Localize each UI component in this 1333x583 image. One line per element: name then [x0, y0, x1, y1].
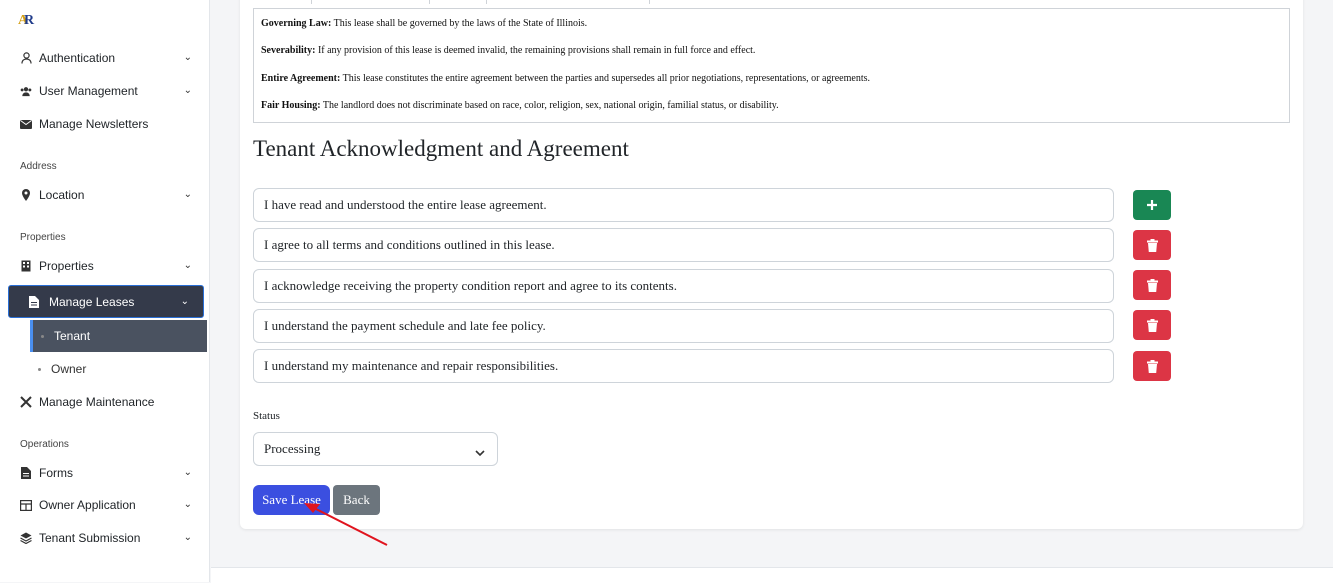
trash-icon	[1146, 318, 1158, 332]
sidebar-item-label: Owner Application	[39, 498, 136, 512]
envelope-icon	[20, 118, 32, 130]
sidebar-subitem-tenant[interactable]: Tenant	[30, 320, 207, 352]
ack-input[interactable]	[253, 309, 1114, 343]
chevron-down-icon: ⌄	[183, 85, 192, 96]
chevron-down-icon	[475, 445, 485, 461]
sidebar-item-label: Location	[39, 188, 85, 202]
status-select[interactable]: Processing	[253, 432, 498, 466]
sidebar-item-label: Manage Leases	[49, 294, 135, 309]
annotation-arrow-icon	[304, 503, 388, 546]
sidebar-item-forms[interactable]: Forms ⌄	[20, 462, 200, 484]
delete-ack-button[interactable]	[1133, 310, 1171, 340]
sidebar-item-user-management[interactable]: User Management ⌄	[20, 80, 200, 102]
delete-ack-button[interactable]	[1133, 270, 1171, 300]
chevron-down-icon: ⌄	[180, 296, 189, 307]
ack-row	[253, 269, 1114, 303]
section-label-operations: Operations	[20, 439, 69, 450]
trash-icon	[1146, 359, 1158, 373]
term-fair-housing: Fair Housing: The landlord does not disc…	[261, 100, 779, 111]
ack-row	[253, 228, 1114, 262]
sidebar-item-tenant-submission[interactable]: Tenant Submission ⌄	[20, 527, 200, 549]
terms-table-remnant	[253, 0, 1290, 8]
users-icon	[20, 85, 32, 97]
term-governing-law: Governing Law: This lease shall be gover…	[261, 18, 588, 29]
sidebar-subitem-label: Owner	[51, 362, 87, 376]
footer	[211, 567, 1333, 583]
tools-icon	[20, 396, 32, 408]
file-icon	[20, 467, 32, 479]
status-label: Status	[253, 410, 280, 422]
user-icon	[20, 52, 32, 64]
ack-input[interactable]	[253, 269, 1114, 303]
trash-icon	[1146, 238, 1158, 252]
chevron-down-icon: ⌄	[183, 499, 192, 510]
ack-input[interactable]	[253, 349, 1114, 383]
lease-terms-box: Governing Law: This lease shall be gover…	[253, 8, 1290, 123]
plus-icon	[1147, 200, 1157, 210]
sidebar-subitem-label: Tenant	[54, 329, 91, 343]
table-icon	[20, 499, 32, 511]
section-label-properties: Properties	[20, 232, 66, 243]
layers-icon	[20, 532, 32, 544]
sidebar-item-label: Authentication	[39, 51, 116, 65]
term-entire-agreement: Entire Agreement: This lease constitutes…	[261, 73, 870, 84]
chevron-down-icon: ⌄	[183, 52, 192, 63]
trash-icon	[1146, 278, 1158, 292]
chevron-down-icon: ⌄	[183, 189, 192, 200]
sidebar-item-location[interactable]: Location ⌄	[20, 184, 200, 206]
ack-row	[253, 349, 1114, 383]
section-label-address: Address	[20, 161, 57, 172]
ack-section-title: Tenant Acknowledgment and Agreement	[253, 136, 629, 161]
map-pin-icon	[20, 189, 32, 201]
add-ack-button[interactable]	[1133, 190, 1171, 220]
file-icon	[29, 295, 41, 308]
sidebar-item-authentication[interactable]: Authentication ⌄	[20, 47, 200, 69]
sidebar-subitem-owner[interactable]: Owner	[30, 359, 207, 379]
sidebar-item-label: User Management	[39, 84, 138, 98]
sidebar-item-manage-leases[interactable]: Manage Leases ⌄	[8, 285, 204, 318]
sidebar: AR Authentication ⌄ User Management ⌄ Ma…	[0, 0, 210, 582]
sidebar-item-manage-newsletters[interactable]: Manage Newsletters	[20, 113, 200, 135]
sidebar-item-manage-maintenance[interactable]: Manage Maintenance	[20, 391, 200, 413]
chevron-down-icon: ⌄	[183, 532, 192, 543]
sidebar-item-properties[interactable]: Properties ⌄	[20, 255, 200, 277]
sidebar-item-label: Forms	[39, 466, 73, 480]
ack-row	[253, 188, 1114, 222]
chevron-down-icon: ⌄	[183, 260, 192, 271]
ack-row	[253, 309, 1114, 343]
status-selected-value: Processing	[264, 441, 321, 456]
sidebar-item-label: Manage Maintenance	[39, 395, 155, 409]
sidebar-item-owner-application[interactable]: Owner Application ⌄	[20, 494, 200, 516]
delete-ack-button[interactable]	[1133, 230, 1171, 260]
ack-input[interactable]	[253, 188, 1114, 222]
chevron-down-icon: ⌄	[183, 467, 192, 478]
term-severability: Severability: If any provision of this l…	[261, 45, 756, 56]
building-icon	[20, 260, 32, 272]
app-logo[interactable]: AR	[18, 13, 36, 31]
delete-ack-button[interactable]	[1133, 351, 1171, 381]
sidebar-item-label: Properties	[39, 259, 94, 273]
ack-input[interactable]	[253, 228, 1114, 262]
sidebar-item-label: Manage Newsletters	[39, 117, 149, 131]
sidebar-item-label: Tenant Submission	[39, 531, 141, 545]
